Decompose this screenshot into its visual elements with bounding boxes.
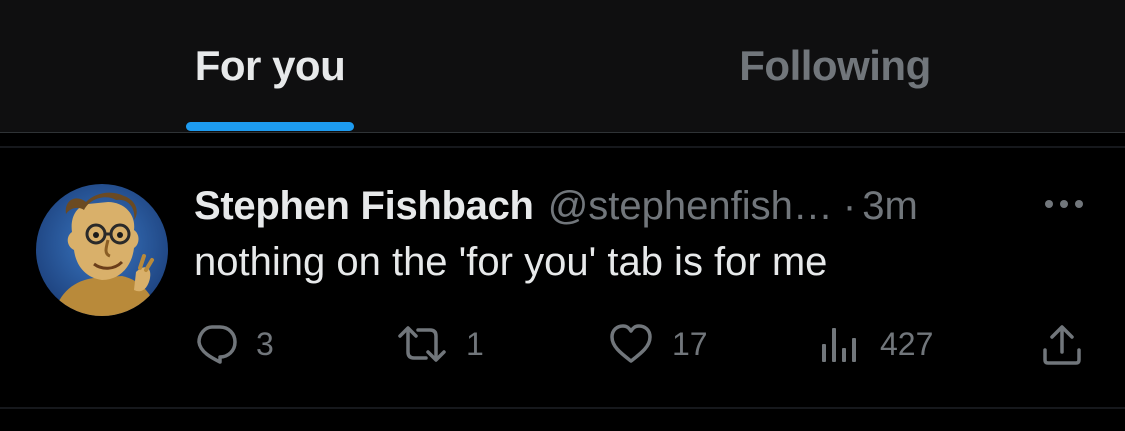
- active-tab-indicator: [186, 122, 354, 131]
- like-count: 17: [672, 325, 708, 362]
- tweet-divider: [0, 407, 1125, 409]
- timeline-tab-bar: For you Following: [0, 0, 1125, 133]
- reply-icon: [197, 325, 237, 364]
- retweet-icon: [398, 326, 446, 362]
- like-button[interactable]: 17: [608, 318, 708, 370]
- tab-for-you-label: For you: [194, 42, 346, 89]
- tweet-timestamp[interactable]: 3m: [862, 184, 918, 229]
- views-count: 427: [880, 325, 934, 362]
- reply-count: 3: [256, 325, 274, 362]
- tweet-header: Stephen Fishbach @stephenfish… · 3m: [194, 178, 918, 234]
- tab-following[interactable]: Following: [700, 0, 970, 132]
- like-icon: [610, 324, 652, 363]
- header-separator: ·: [842, 183, 857, 228]
- tab-following-label: Following: [739, 42, 931, 89]
- views-icon: [822, 328, 856, 362]
- retweet-button[interactable]: 1: [396, 318, 484, 370]
- tweet-text: nothing on the 'for you' tab is for me: [194, 240, 828, 284]
- more-options-button[interactable]: [1036, 186, 1092, 222]
- tab-for-you[interactable]: For you: [150, 0, 390, 132]
- share-icon: [1043, 325, 1081, 365]
- author-name[interactable]: Stephen Fishbach: [194, 184, 534, 229]
- avatar[interactable]: [36, 184, 168, 316]
- reply-button[interactable]: 3: [194, 318, 274, 370]
- header-divider: [0, 146, 1125, 148]
- share-button[interactable]: [1040, 318, 1084, 370]
- author-handle[interactable]: @stephenfish…: [548, 184, 833, 229]
- retweet-count: 1: [466, 325, 484, 362]
- avatar-image: [36, 184, 168, 316]
- views-button[interactable]: 427: [818, 318, 933, 370]
- more-options-icon: [1045, 200, 1083, 208]
